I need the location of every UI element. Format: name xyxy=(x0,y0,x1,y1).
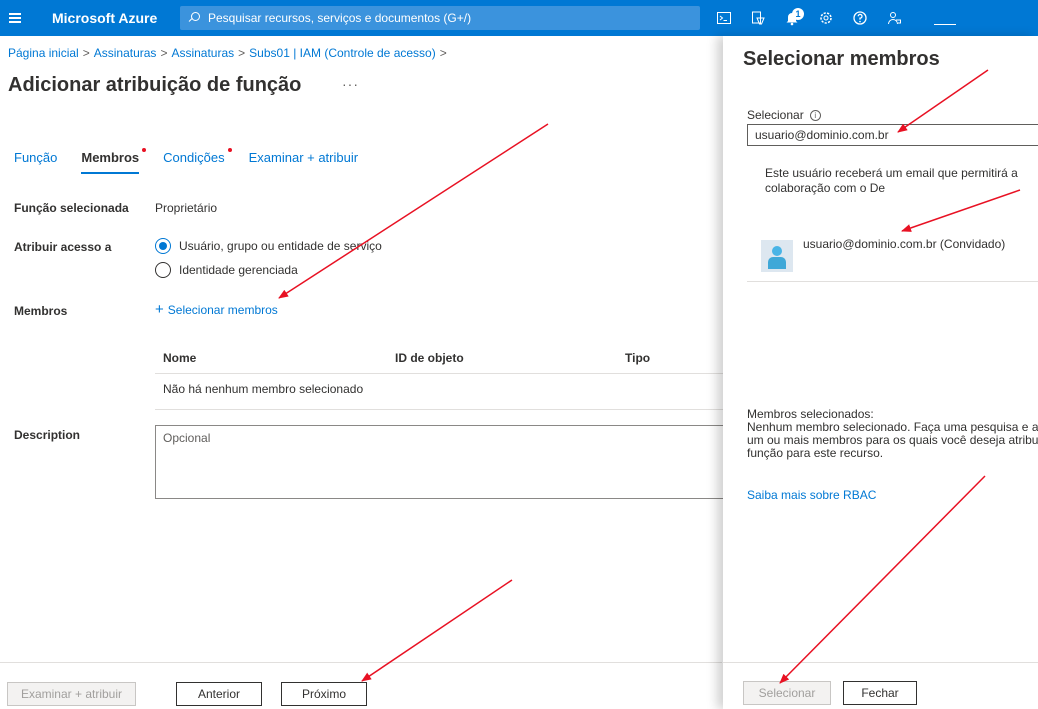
table-empty-row: Não há nenhum membro selecionado xyxy=(155,374,725,410)
search-result-item[interactable]: usuario@dominio.com.br (Convidado) xyxy=(747,230,1038,282)
breadcrumb-subscriptions-2[interactable]: Assinaturas xyxy=(171,46,234,60)
selected-members-text-3: função para este recurso. xyxy=(747,446,884,460)
more-options-icon[interactable]: ··· xyxy=(342,76,359,92)
feedback-icon[interactable] xyxy=(882,6,906,30)
selected-members-summary: Membros selecionados: Nenhum membro sele… xyxy=(747,408,1038,460)
table-header: Nome ID de objeto Tipo xyxy=(155,342,725,374)
settings-icon[interactable] xyxy=(814,6,838,30)
search-input[interactable]: Pesquisar recursos, serviços e documento… xyxy=(180,6,700,30)
breadcrumb-subscriptions[interactable]: Assinaturas xyxy=(94,46,157,60)
member-search-input[interactable]: usuario@dominio.com.br xyxy=(747,124,1038,146)
footer-divider xyxy=(0,662,722,663)
select-members-label: Selecionar membros xyxy=(167,303,278,317)
next-button[interactable]: Próximo xyxy=(281,682,367,706)
account-menu[interactable] xyxy=(930,0,1038,36)
panel-close-button[interactable]: Fechar xyxy=(843,681,917,705)
select-members-panel: Selecionar membros Selecionar i usuario@… xyxy=(723,36,1038,709)
tab-condicoes[interactable]: Condições xyxy=(163,148,232,174)
help-icon[interactable] xyxy=(848,6,872,30)
selected-role-value: Proprietário xyxy=(155,201,218,215)
directory-filter-icon[interactable] xyxy=(746,6,770,30)
description-input[interactable]: Opcional xyxy=(155,425,730,499)
members-table: Nome ID de objeto Tipo Não há nenhum mem… xyxy=(155,342,725,410)
column-nome[interactable]: Nome xyxy=(163,351,196,365)
select-label: Selecionar i xyxy=(747,108,821,122)
radio-managed-identity-label: Identidade gerenciada xyxy=(179,263,298,277)
notification-badge: 1 xyxy=(792,8,804,20)
previous-button[interactable]: Anterior xyxy=(176,682,262,706)
assign-access-label: Atribuir acesso a xyxy=(14,240,112,254)
members-label: Membros xyxy=(14,304,68,318)
rbac-learn-more-link[interactable]: Saiba mais sobre RBAC xyxy=(747,488,876,502)
breadcrumb: Página inicial > Assinaturas > Assinaturas > S… xyxy=(8,46,447,60)
page-title: Adicionar atribuição de função xyxy=(8,74,302,96)
radio-managed-identity[interactable]: Identidade gerenciada xyxy=(155,262,298,278)
column-tipo[interactable]: Tipo xyxy=(625,351,650,365)
selected-role-label: Função selecionada xyxy=(14,201,129,215)
breadcrumb-home[interactable]: Página inicial xyxy=(8,46,79,60)
plus-icon: + xyxy=(155,301,164,318)
radio-circle xyxy=(155,262,171,278)
tab-funcao[interactable]: Função xyxy=(14,150,57,174)
search-icon xyxy=(188,12,200,24)
top-bar: Microsoft Azure Pesquisar recursos, serv… xyxy=(0,0,1038,36)
panel-title: Selecionar membros xyxy=(743,48,940,70)
description-label: Description xyxy=(14,428,81,442)
radio-user-group-label: Usuário, grupo ou entidade de serviço xyxy=(179,239,382,253)
search-placeholder: Pesquisar recursos, serviços e documento… xyxy=(208,11,472,25)
select-members-link[interactable]: + Selecionar membros xyxy=(155,301,278,318)
column-id-objeto[interactable]: ID de objeto xyxy=(395,351,464,365)
notifications-icon[interactable]: 1 xyxy=(780,6,804,30)
required-dot xyxy=(142,148,147,152)
info-icon[interactable]: i xyxy=(809,109,821,121)
radio-user-group[interactable]: Usuário, grupo ou entidade de serviço xyxy=(155,238,382,254)
tab-membros[interactable]: Membros xyxy=(81,148,147,174)
brand-title[interactable]: Microsoft Azure xyxy=(52,10,157,26)
result-user-name: usuario@dominio.com.br (Convidado) xyxy=(803,237,1006,251)
breadcrumb-iam[interactable]: Subs01 | IAM (Controle de acesso) xyxy=(249,46,436,60)
tab-strip: Função Membros Condições Examinar + atri… xyxy=(14,148,382,174)
menu-icon[interactable] xyxy=(0,0,30,36)
radio-circle xyxy=(155,238,171,254)
user-avatar-icon xyxy=(761,240,793,272)
cloud-shell-icon[interactable] xyxy=(712,6,736,30)
tab-examinar-atribuir[interactable]: Examinar + atribuir xyxy=(249,150,358,174)
arrow-to-next-button xyxy=(361,579,513,682)
panel-footer-divider xyxy=(723,662,1038,663)
review-assign-button[interactable]: Examinar + atribuir xyxy=(7,682,136,706)
panel-select-button[interactable]: Selecionar xyxy=(743,681,831,705)
guest-invite-note: Este usuário receberá um email que permi… xyxy=(765,166,1018,195)
required-dot xyxy=(227,148,232,152)
